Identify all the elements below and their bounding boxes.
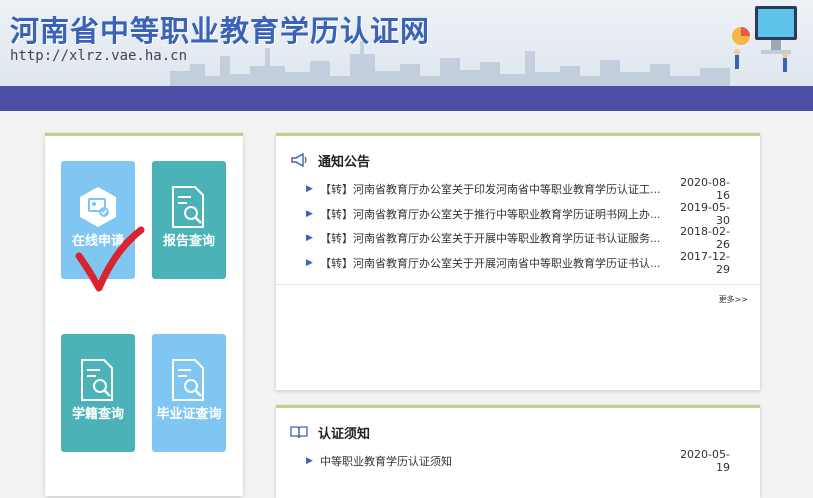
diploma-query-label: 毕业证查询	[156, 407, 222, 422]
site-header: 河南省中等职业教育学历认证网 http://xlrz.vae.ha.cn	[0, 0, 813, 86]
student-status-query-label: 学籍查询	[71, 407, 124, 422]
arrow-right-icon: ▶	[306, 184, 313, 194]
notices-panel: 通知公告 ▶ 【转】河南省教育厅办公室关于印发河南省中等职业教育学历认证工...…	[276, 133, 760, 390]
guide-item-title[interactable]: 中等职业教育学历认证须知	[320, 453, 670, 469]
notice-item[interactable]: ▶ 【转】河南省教育厅办公室关于开展中等职业教育学历证书认证服务... 2018…	[306, 225, 730, 251]
notice-title[interactable]: 【转】河南省教育厅办公室关于印发河南省中等职业教育学历认证工...	[320, 181, 670, 197]
notice-item[interactable]: ▶ 【转】河南省教育厅办公室关于开展河南省中等职业教育学历证书认... 2017…	[306, 250, 730, 276]
guide-item[interactable]: ▶ 中等职业教育学历认证须知 2020-05-19	[306, 448, 730, 474]
book-icon	[290, 426, 308, 439]
arrow-right-icon: ▶	[306, 456, 313, 466]
navigation-bar	[0, 86, 813, 111]
guide-title: 认证须知	[318, 426, 371, 442]
notice-date: 2019-05-30	[680, 201, 730, 227]
site-title: 河南省中等职业教育学历认证网	[10, 14, 431, 48]
document-search-icon	[81, 359, 113, 401]
notice-title[interactable]: 【转】河南省教育厅办公室关于开展中等职业教育学历证书认证服务...	[320, 230, 670, 246]
arrow-right-icon: ▶	[306, 233, 313, 243]
student-status-query-button[interactable]: 学籍查询	[61, 334, 135, 452]
megaphone-icon	[291, 153, 307, 167]
document-search-icon	[172, 359, 204, 401]
report-query-button[interactable]: 报告查询	[152, 161, 226, 279]
notice-item[interactable]: ▶ 【转】河南省教育厅办公室关于推行中等职业教育学历证明书网上办... 2019…	[306, 201, 730, 227]
notice-date: 2018-02-26	[680, 225, 730, 251]
arrow-right-icon: ▶	[306, 258, 313, 268]
more-link[interactable]: 更多>>	[719, 294, 748, 305]
notice-date: 2020-08-16	[680, 176, 730, 202]
site-url: http://xlrz.vae.ha.cn	[10, 48, 188, 64]
apply-icon	[80, 187, 116, 227]
guide-item-date: 2020-05-19	[680, 448, 730, 474]
document-search-icon	[172, 186, 204, 228]
divider	[276, 284, 760, 285]
service-panel: 在线申请 报告查询 学籍查询 毕业证查询	[45, 133, 243, 496]
notice-item[interactable]: ▶ 【转】河南省教育厅办公室关于印发河南省中等职业教育学历认证工... 2020…	[306, 176, 730, 202]
guide-header: 认证须知	[290, 422, 370, 442]
notice-date: 2017-12-29	[680, 250, 730, 276]
notices-header: 通知公告	[290, 150, 370, 170]
checkmark-icon	[75, 226, 145, 292]
notices-title: 通知公告	[318, 154, 371, 170]
notice-title[interactable]: 【转】河南省教育厅办公室关于推行中等职业教育学历证明书网上办...	[320, 206, 670, 222]
notice-title[interactable]: 【转】河南省教育厅办公室关于开展河南省中等职业教育学历证书认...	[320, 255, 670, 271]
arrow-right-icon: ▶	[306, 209, 313, 219]
guide-panel: 认证须知 ▶ 中等职业教育学历认证须知 2020-05-19	[276, 405, 760, 498]
diploma-query-button[interactable]: 毕业证查询	[152, 334, 226, 452]
report-query-label: 报告查询	[162, 234, 215, 249]
computer-illustration-icon	[732, 6, 797, 72]
